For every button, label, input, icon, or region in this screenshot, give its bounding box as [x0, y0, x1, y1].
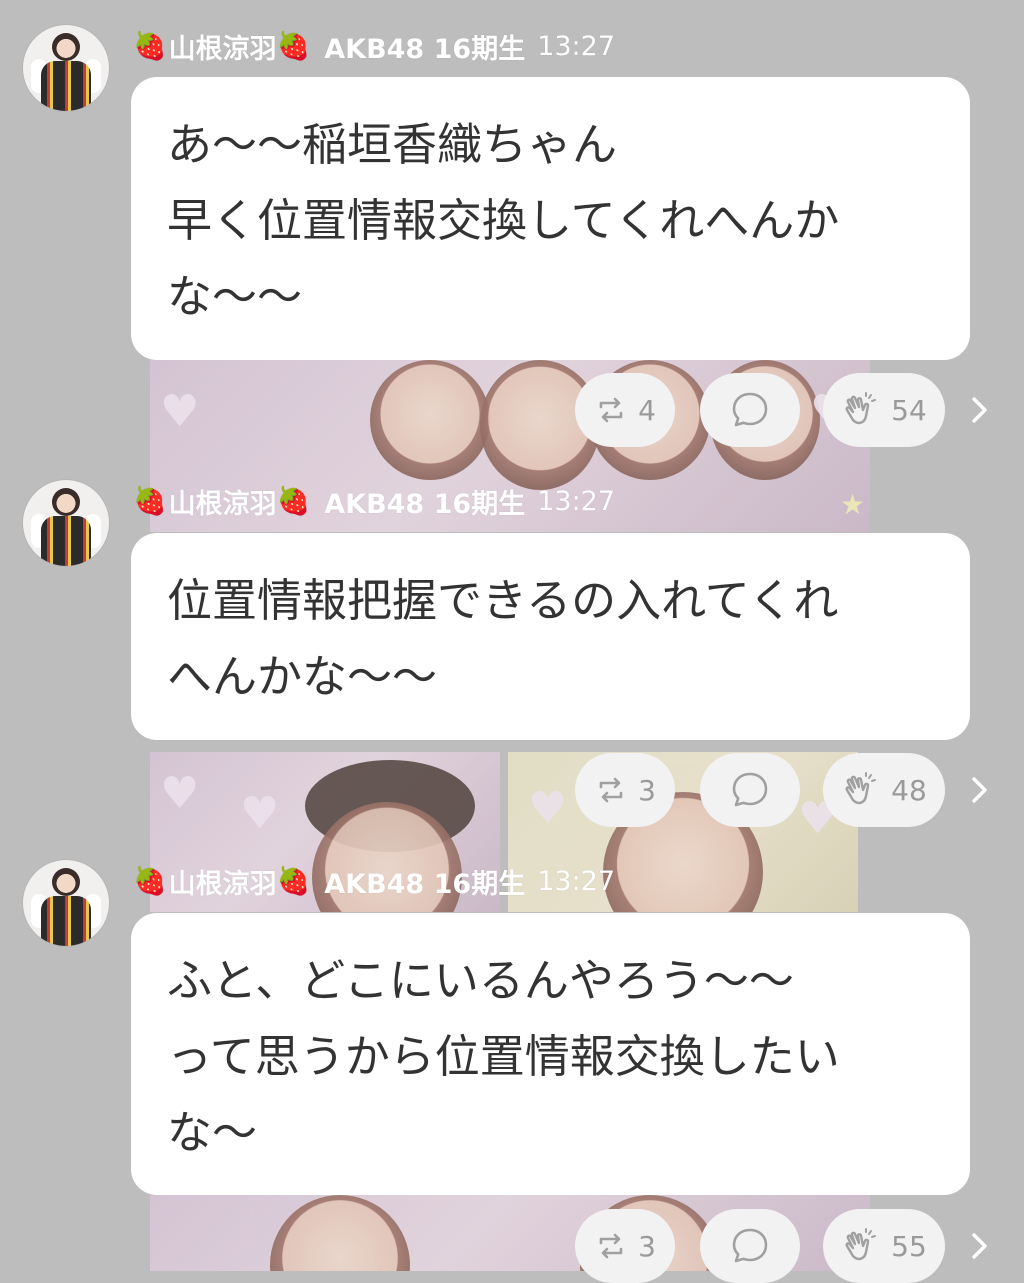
clap-count: 54 — [891, 393, 927, 427]
clap-count: 55 — [891, 1229, 927, 1263]
chevron-right-icon[interactable] — [968, 769, 992, 811]
clap-icon — [845, 1228, 877, 1261]
comment-icon — [732, 1228, 768, 1263]
message-line: な〜 — [167, 1106, 258, 1159]
clap-icon — [845, 392, 877, 425]
post-header: 🍓 山根涼羽 🍓 AKB48 16期生 13:27 — [133, 862, 616, 901]
strawberry-icon: 🍓 — [133, 865, 167, 897]
author-name[interactable]: 山根涼羽 — [169, 482, 277, 521]
clap-button[interactable]: 55 — [823, 1209, 945, 1283]
avatar-detail — [52, 33, 80, 61]
avatar[interactable] — [23, 25, 109, 111]
author-name[interactable]: 山根涼羽 — [169, 862, 277, 901]
retweet-button[interactable]: 3 — [575, 1209, 675, 1283]
retweet-count: 3 — [638, 1229, 656, 1263]
retweet-icon — [599, 397, 623, 423]
message-line: って思うから位置情報交換したい — [167, 1030, 840, 1083]
message-line: ふと、どこにいるんやろう〜〜 — [167, 954, 794, 1007]
message-bubble[interactable]: あ〜〜稲垣香織ちゃん 早く位置情報交換してくれへんか な〜〜 — [131, 77, 970, 360]
strawberry-icon: 🍓 — [276, 30, 311, 62]
author-name[interactable]: 山根涼羽 — [169, 27, 277, 66]
retweet-count: 3 — [638, 773, 656, 807]
post-actions: 3 48 — [0, 753, 1024, 827]
comment-button[interactable] — [700, 373, 800, 447]
clap-icon — [845, 772, 877, 805]
post-time: 13:27 — [537, 865, 616, 897]
strawberry-icon: 🍓 — [133, 485, 167, 517]
message-line: あ〜〜稲垣香織ちゃん — [167, 118, 618, 171]
avatar-detail — [52, 868, 80, 896]
avatar-detail — [52, 488, 80, 516]
retweet-button[interactable]: 4 — [575, 373, 675, 447]
post-header: 🍓 山根涼羽 🍓 AKB48 16期生 13:27 — [133, 27, 616, 66]
retweet-icon — [599, 1233, 623, 1259]
post-actions: 4 54 — [0, 373, 1024, 447]
author-team: AKB48 16期生 — [324, 488, 526, 520]
chevron-right-icon[interactable] — [968, 1225, 992, 1267]
message-bubble[interactable]: 位置情報把握できるの入れてくれ へんかな〜〜 — [131, 533, 970, 740]
post-time: 13:27 — [537, 30, 616, 62]
message-bubble[interactable]: ふと、どこにいるんやろう〜〜 って思うから位置情報交換したい な〜 — [131, 913, 970, 1195]
comment-icon — [732, 392, 768, 427]
clap-count: 48 — [891, 773, 927, 807]
message-line: な〜〜 — [167, 270, 303, 323]
author-team: AKB48 16期生 — [324, 33, 526, 65]
avatar[interactable] — [23, 480, 109, 566]
message-line: 位置情報把握できるの入れてくれ — [167, 574, 839, 627]
star-icon: ★ — [840, 488, 866, 521]
retweet-count: 4 — [638, 393, 656, 427]
retweet-icon — [599, 777, 623, 803]
comment-icon — [732, 772, 768, 807]
retweet-button[interactable]: 3 — [575, 753, 675, 827]
avatar-detail — [41, 516, 91, 566]
comment-button[interactable] — [700, 1209, 800, 1283]
post-actions: 3 55 — [0, 1209, 1024, 1283]
message-line: へんかな〜〜 — [167, 650, 438, 703]
comment-button[interactable] — [700, 753, 800, 827]
avatar-detail — [41, 61, 91, 111]
clap-button[interactable]: 48 — [823, 753, 945, 827]
strawberry-icon: 🍓 — [133, 30, 167, 62]
post-header: 🍓 山根涼羽 🍓 AKB48 16期生 13:27 — [133, 482, 616, 521]
author-team: AKB48 16期生 — [324, 868, 526, 900]
chevron-right-icon[interactable] — [968, 389, 992, 431]
strawberry-icon: 🍓 — [276, 485, 311, 517]
post-time: 13:27 — [537, 485, 616, 517]
message-line: 早く位置情報交換してくれへんか — [167, 194, 840, 247]
clap-button[interactable]: 54 — [823, 373, 945, 447]
avatar[interactable] — [23, 860, 109, 946]
strawberry-icon: 🍓 — [276, 865, 311, 897]
avatar-detail — [41, 896, 91, 946]
